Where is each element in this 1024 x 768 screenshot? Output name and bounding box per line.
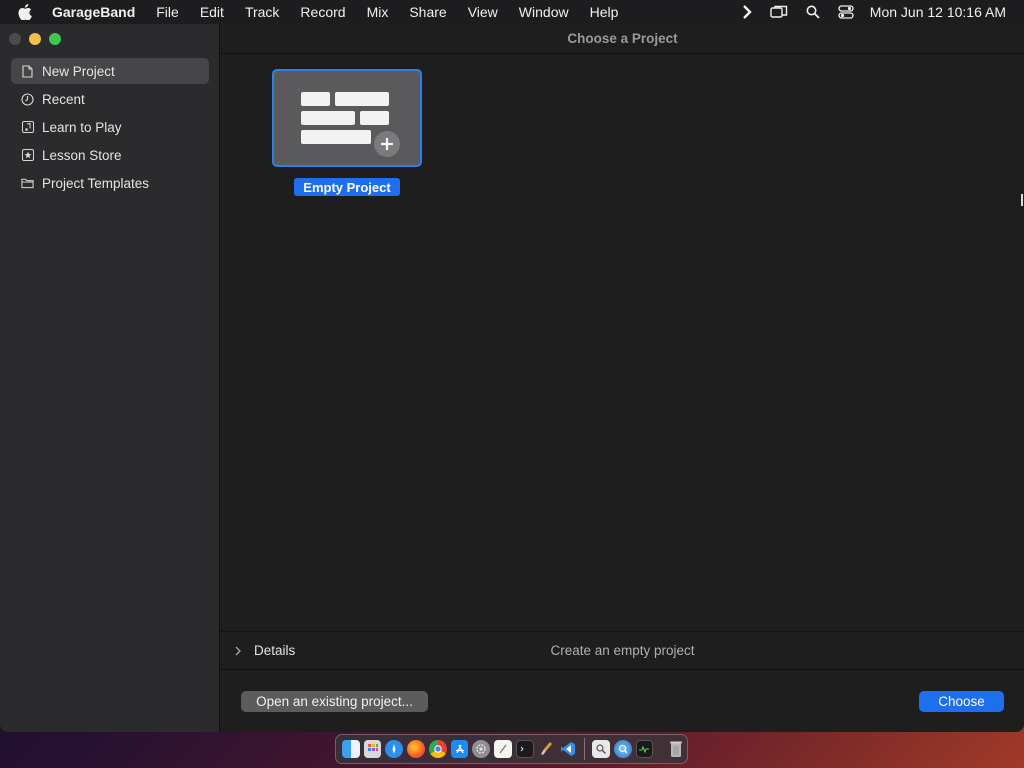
app-store-icon[interactable] (450, 740, 469, 758)
finder-icon[interactable] (342, 740, 360, 758)
vscode-icon[interactable] (559, 740, 577, 758)
menu-record[interactable]: Record (300, 4, 345, 20)
safari-icon[interactable] (385, 740, 404, 758)
sidebar-item-new-project[interactable]: New Project (11, 58, 209, 84)
track-block (360, 111, 389, 125)
chrome-icon[interactable] (428, 740, 447, 758)
menu-clock[interactable]: Mon Jun 12 10:16 AM (870, 4, 1006, 20)
empty-project-thumbnail[interactable] (272, 69, 422, 167)
settings-icon[interactable] (472, 740, 491, 758)
activity-monitor-icon[interactable] (635, 740, 654, 758)
preview-icon[interactable] (592, 740, 610, 758)
sidebar-item-lesson-store[interactable]: Lesson Store (11, 142, 209, 168)
project-label[interactable]: Empty Project (294, 178, 400, 196)
firefox-icon[interactable] (407, 740, 425, 758)
screen-mirroring-icon[interactable] (770, 5, 788, 19)
apple-menu-icon[interactable] (18, 4, 36, 20)
text-cursor-icon (1021, 194, 1023, 206)
sidebar-item-recent[interactable]: Recent (11, 86, 209, 112)
open-existing-project-button[interactable]: Open an existing project... (241, 691, 428, 712)
sidebar-item-label: Learn to Play (42, 119, 122, 135)
menu-file[interactable]: File (156, 4, 179, 20)
track-block (301, 111, 355, 125)
sidebar-item-learn-to-play[interactable]: Learn to Play (11, 114, 209, 140)
track-block (301, 92, 330, 106)
footer: Open an existing project... Choose (221, 670, 1024, 732)
dock (335, 734, 688, 764)
star-icon (21, 149, 34, 162)
sidebar-item-label: New Project (42, 63, 115, 79)
sidebar-item-label: Recent (42, 91, 85, 107)
window-title: Choose a Project (221, 24, 1024, 54)
dock-separator (584, 738, 586, 760)
minimize-window-button[interactable] (29, 33, 41, 45)
sidebar-item-label: Lesson Store (42, 147, 122, 163)
menu-help[interactable]: Help (590, 4, 619, 20)
garageband-window: New Project Recent Learn to Play Lesson … (0, 24, 1024, 732)
track-block (335, 92, 389, 106)
details-description: Create an empty project (550, 643, 695, 658)
menu-window[interactable]: Window (519, 4, 569, 20)
details-bar: Details Create an empty project (221, 631, 1024, 670)
menu-bar: GarageBand File Edit Track Record Mix Sh… (0, 0, 1024, 24)
music-note-icon (21, 121, 34, 134)
spotlight-search-icon[interactable] (806, 5, 820, 19)
notes-icon[interactable] (494, 740, 512, 758)
sidebar: New Project Recent Learn to Play Lesson … (0, 24, 220, 732)
sidebar-item-project-templates[interactable]: Project Templates (11, 170, 209, 196)
clock-icon (21, 92, 34, 106)
track-block (301, 130, 371, 144)
plus-icon (372, 129, 402, 159)
brush-icon[interactable] (538, 740, 556, 758)
quicktime-icon[interactable] (613, 740, 632, 758)
menu-mix[interactable]: Mix (367, 4, 389, 20)
project-tile-empty[interactable]: Empty Project (272, 69, 422, 196)
trash-icon[interactable] (667, 740, 685, 758)
sidebar-item-label: Project Templates (42, 175, 150, 191)
menu-track[interactable]: Track (245, 4, 279, 20)
zoom-window-button[interactable] (49, 33, 61, 45)
launchpad-icon[interactable] (363, 740, 382, 758)
terminal-icon[interactable] (515, 740, 534, 758)
document-icon (21, 64, 34, 78)
sidebar-list: New Project Recent Learn to Play Lesson … (11, 58, 209, 198)
menu-share[interactable]: Share (409, 4, 446, 20)
menu-app-name[interactable]: GarageBand (52, 4, 135, 20)
menu-edit[interactable]: Edit (200, 4, 224, 20)
menu-view[interactable]: View (468, 4, 498, 20)
chevron-right-icon[interactable] (742, 5, 752, 19)
folder-icon (21, 177, 34, 190)
choose-button[interactable]: Choose (919, 691, 1004, 712)
window-controls (9, 33, 69, 45)
close-window-button[interactable] (9, 33, 21, 45)
project-grid: Empty Project (221, 55, 1024, 631)
control-center-icon[interactable] (838, 5, 854, 19)
